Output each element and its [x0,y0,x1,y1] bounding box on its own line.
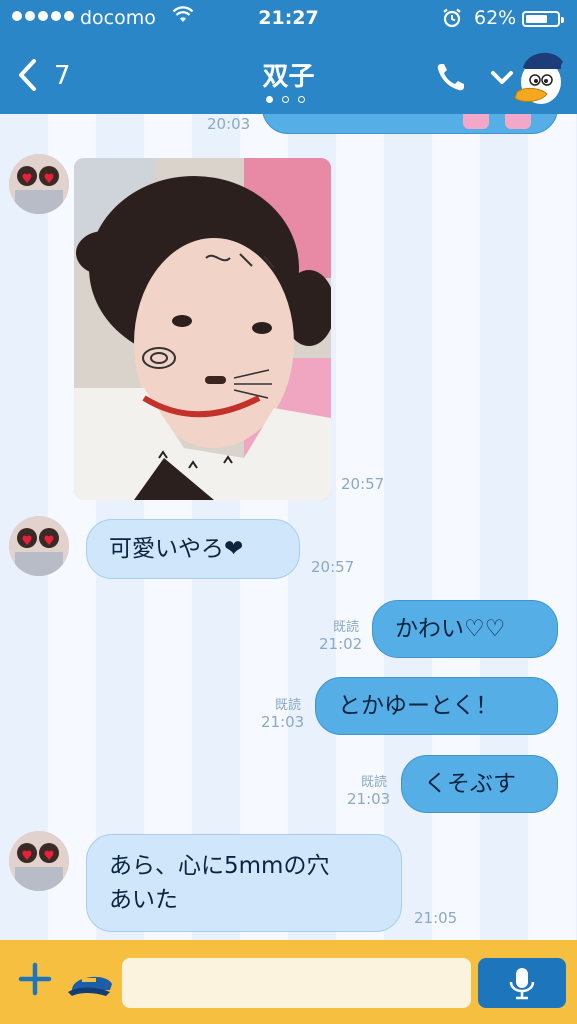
avatar[interactable] [9,154,69,214]
message-time: 20:03 [207,115,251,133]
message-time: 21:03 [347,790,391,808]
message-time: 20:57 [311,558,355,576]
microphone-icon [509,968,535,1000]
message-time: 21:02 [319,635,363,653]
read-receipt: 既読 [275,698,302,713]
message-time: 21:03 [261,713,305,731]
alarm-icon [441,7,463,34]
read-receipt: 既読 [333,620,360,635]
message-text: くそぶす [424,771,516,797]
emoji-icon [505,114,531,129]
input-bar [0,940,577,1024]
donald-duck-avatar-icon[interactable] [507,46,567,110]
phone-icon[interactable] [434,60,468,94]
message-text: あら、心に5mmの穴 [109,853,330,879]
plus-icon[interactable] [18,962,52,1002]
message-bubble-incoming[interactable]: あら、心に5mmの穴 あいた [86,834,402,932]
message-bubble-outgoing[interactable]: とかゆーとく！ [315,677,558,735]
message-bubble-incoming[interactable]: 可愛いやろ❤ [86,519,300,579]
chat-header: 7 双子 [0,38,577,114]
avatar[interactable] [9,831,69,891]
emoji-icon [463,114,489,129]
microphone-button[interactable] [478,958,566,1008]
message-text: とかゆーとく！ [338,693,499,719]
page-indicator [266,96,305,103]
message-bubble-outgoing[interactable]: かわい♡♡ [372,600,558,658]
sailor-cap-sticker-icon[interactable] [66,970,118,998]
message-time: 21:05 [414,909,458,927]
message-list[interactable]: 20:03 20:57 可愛いやろ❤ 20:57 既読 21:02 かわい♡♡ … [0,114,577,940]
shared-photo[interactable] [74,158,331,500]
status-bar: docomo 21:27 62% [0,0,577,38]
message-input[interactable] [122,958,471,1008]
message-text: あいた [109,887,178,913]
message-bubble-partial[interactable] [262,114,558,134]
message-text: 可愛いやろ❤ [109,536,244,562]
battery-percent: 62% [474,7,517,29]
message-bubble-outgoing[interactable]: くそぶす [401,755,558,813]
message-text: かわい♡♡ [395,616,506,642]
message-time: 20:57 [341,475,385,493]
read-receipt: 既読 [361,775,388,790]
battery-icon [522,11,564,27]
avatar[interactable] [9,516,69,576]
